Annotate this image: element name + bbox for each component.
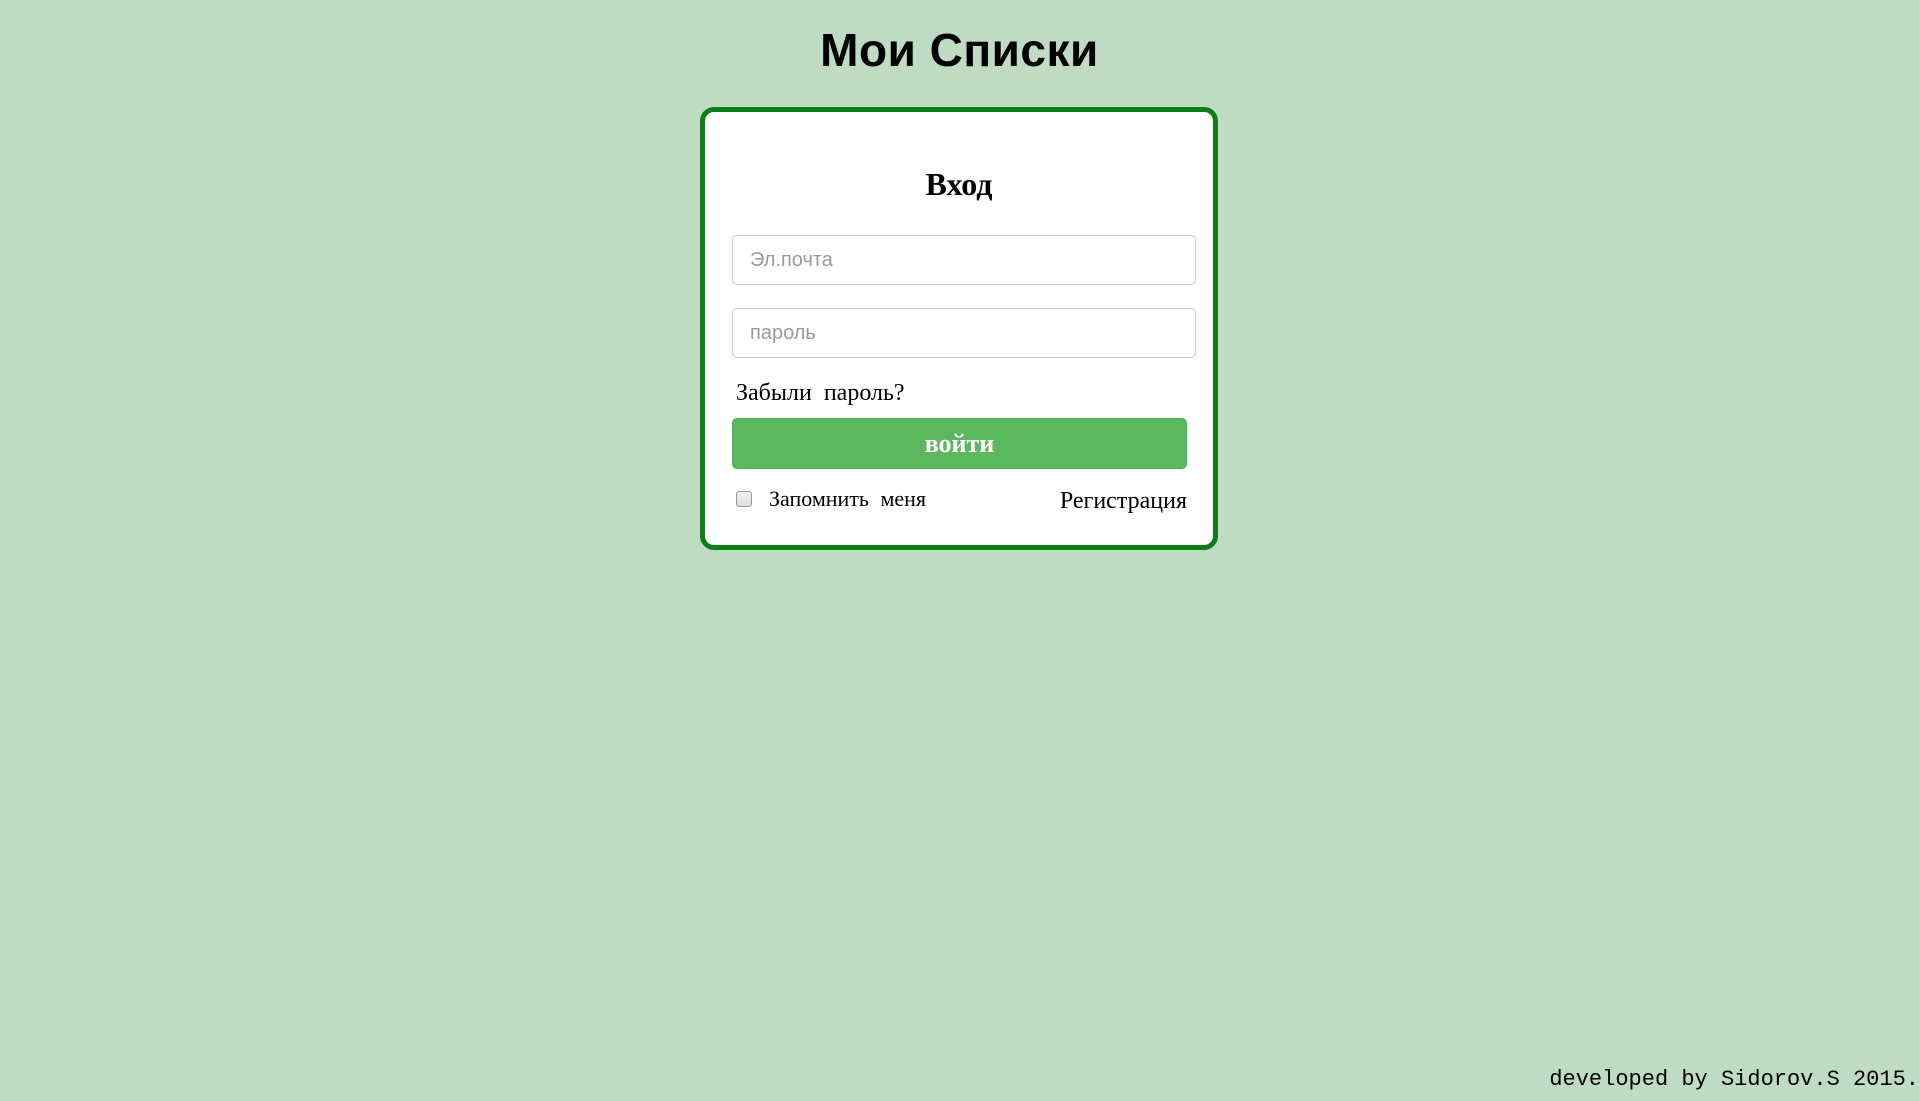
login-card: Вход Забыли пароль? войти Запомнить меня… — [700, 107, 1218, 550]
remember-me[interactable]: Запомнить меня — [736, 484, 926, 514]
login-button[interactable]: войти — [732, 418, 1187, 469]
password-field[interactable] — [732, 308, 1196, 358]
remember-me-label: Запомнить меня — [769, 486, 927, 511]
remember-me-checkbox[interactable] — [736, 491, 752, 507]
footer-credit: developed by Sidorov.S 2015. — [1549, 1067, 1919, 1092]
page-title: Мои Списки — [820, 24, 1099, 76]
register-link[interactable]: Регистрация — [1060, 486, 1187, 516]
forgot-password-link[interactable]: Забыли пароль? — [736, 378, 905, 408]
email-field[interactable] — [732, 235, 1196, 285]
login-heading: Вход — [925, 166, 993, 202]
